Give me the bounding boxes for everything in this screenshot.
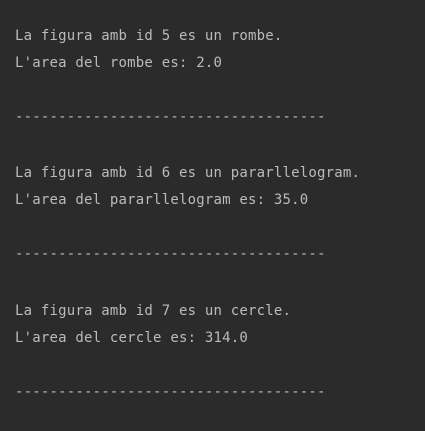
output-line: L'area del cercle es: 314.0 (15, 330, 248, 346)
output-line: La figura amb id 7 es un cercle. (15, 303, 292, 319)
output-line: La figura amb id 6 es un pararllelogram. (15, 165, 361, 181)
output-line: L'area del pararllelogram es: 35.0 (15, 192, 309, 208)
output-line: La figura amb id 5 es un rombe. (15, 28, 283, 44)
output-line: L'area del rombe es: 2.0 (15, 55, 223, 71)
separator-line: ------------------------------------ (15, 384, 326, 400)
console-output[interactable]: La figura amb id 5 es un rombe. L'area d… (0, 0, 425, 431)
separator-line: ------------------------------------ (15, 246, 326, 262)
separator-line: ------------------------------------ (15, 109, 326, 125)
